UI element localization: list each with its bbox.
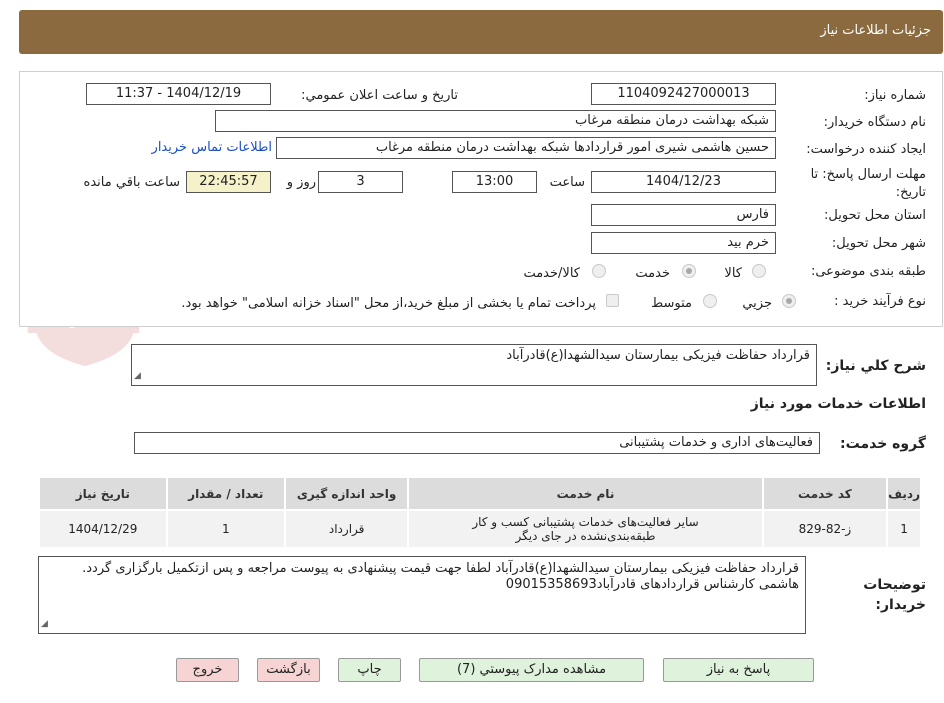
need-number-label: شماره نیاز:: [864, 88, 926, 103]
table-header-row: ردیف کد خدمت نام خدمت واحد اندازه گیری ت…: [38, 476, 922, 511]
cell-need-date: 1404/12/29: [38, 509, 168, 549]
buyer-notes-line-2: هاشمی کارشناس قراردادهای قادرآباد0901535…: [505, 577, 799, 592]
buyer-org-label: نام دستگاه خریدار:: [823, 115, 926, 130]
remaining-time-field: 22:45:57: [186, 171, 271, 193]
city-label: شهر محل تحویل:: [831, 236, 926, 251]
province-label: استان محل تحویل:: [824, 208, 926, 223]
announce-date-field: 1404/12/19 - 11:37: [86, 83, 271, 105]
deadline-time-field: 13:00: [452, 171, 537, 193]
description-text: قرارداد حفاظت فیزیکی بیمارستان سیدالشهدا…: [506, 348, 810, 363]
deadline-label: مهلت ارسال پاسخ: تا تاریخ:: [810, 167, 926, 200]
page-header: جزئیات اطلاعات نیاز: [19, 10, 943, 54]
process-medium-label: متوسط: [651, 296, 692, 311]
services-table: ردیف کد خدمت نام خدمت واحد اندازه گیری ت…: [38, 476, 922, 549]
buyer-notes-label-1: توضیحات: [863, 577, 926, 593]
creator-field: حسین هاشمی شیری امور قراردادها شبکه بهدا…: [276, 137, 776, 159]
creator-label: ایجاد کننده درخواست:: [806, 142, 926, 157]
page-title: جزئیات اطلاعات نیاز: [820, 23, 931, 38]
category-service-label: خدمت: [635, 266, 670, 281]
table-row: 1 ز-82-829 سایر فعالیت‌های خدمات پشتیبان…: [38, 509, 922, 549]
category-goods-label: کالا: [724, 266, 742, 281]
resize-handle-icon[interactable]: ◢: [41, 616, 48, 632]
col-quantity: تعداد / مقدار: [165, 476, 286, 511]
description-label: شرح کلي نیاز:: [825, 358, 926, 374]
category-service-radio[interactable]: [682, 264, 696, 278]
service-group-label: گروه خدمت:: [840, 436, 926, 452]
days-field: 3: [318, 171, 403, 193]
col-need-date: تاریخ نیاز: [38, 476, 168, 511]
category-label: طبقه بندی موضوعی:: [810, 264, 926, 279]
reply-button[interactable]: پاسخ به نیاز: [663, 658, 814, 682]
city-field: خرم بید: [591, 232, 776, 254]
col-unit: واحد اندازه گیری: [283, 476, 410, 511]
deadline-time-label: ساعت: [549, 175, 585, 190]
description-field: قرارداد حفاظت فیزیکی بیمارستان سیدالشهدا…: [131, 344, 817, 386]
buyer-notes-field: قرارداد حفاظت فیزیکی بیمارستان سیدالشهدا…: [38, 556, 806, 634]
buyer-org-field: شبکه بهداشت درمان منطقه مرغاب: [215, 110, 776, 132]
cell-unit: قرارداد: [283, 509, 410, 549]
cell-service-code: ز-82-829: [761, 509, 889, 549]
buyer-notes-label-2: خریدار:: [875, 597, 926, 613]
buyer-notes-line-1: قرارداد حفاظت فیزیکی بیمارستان سیدالشهدا…: [82, 561, 799, 576]
deadline-date-field: 1404/12/23: [591, 171, 776, 193]
resize-handle-icon[interactable]: ◢: [134, 368, 141, 384]
process-label: نوع فرآیند خرید :: [834, 294, 926, 309]
category-both-radio[interactable]: [592, 264, 606, 278]
col-service-name: نام خدمت: [407, 476, 764, 511]
category-goods-radio[interactable]: [752, 264, 766, 278]
cell-row-number: 1: [886, 509, 922, 549]
col-row-number: ردیف: [886, 476, 922, 511]
cell-quantity: 1: [165, 509, 286, 549]
view-attachments-button[interactable]: مشاهده مدارک پیوستي (7): [419, 658, 644, 682]
services-section-title: اطلاعات خدمات مورد نیاز: [750, 396, 926, 412]
buyer-contact-link[interactable]: اطلاعات تماس خریدار: [152, 140, 272, 155]
col-service-code: کد خدمت: [761, 476, 889, 511]
days-label: روز و: [286, 175, 316, 190]
announce-label: تاریخ و ساعت اعلان عمومي:: [301, 88, 458, 103]
process-medium-radio[interactable]: [703, 294, 717, 308]
province-field: فارس: [591, 204, 776, 226]
exit-button[interactable]: خروج: [176, 658, 239, 682]
cell-service-name: سایر فعالیت‌های خدمات پشتیبانی کسب و کار…: [407, 509, 764, 549]
need-number-field: 1104092427000013: [591, 83, 776, 105]
remaining-label: ساعت باقي مانده: [83, 175, 180, 190]
back-button[interactable]: بازگشت: [257, 658, 320, 682]
service-group-field: فعالیت‌های اداری و خدمات پشتیبانی: [134, 432, 820, 454]
process-minor-label: جزيي: [742, 296, 772, 311]
treasury-payment-checkbox[interactable]: [606, 294, 619, 307]
category-both-label: کالا/خدمت: [523, 266, 580, 281]
process-minor-radio[interactable]: [782, 294, 796, 308]
print-button[interactable]: چاپ: [338, 658, 401, 682]
treasury-payment-note: پرداخت تمام یا بخشی از مبلغ خرید،از محل …: [181, 296, 596, 311]
